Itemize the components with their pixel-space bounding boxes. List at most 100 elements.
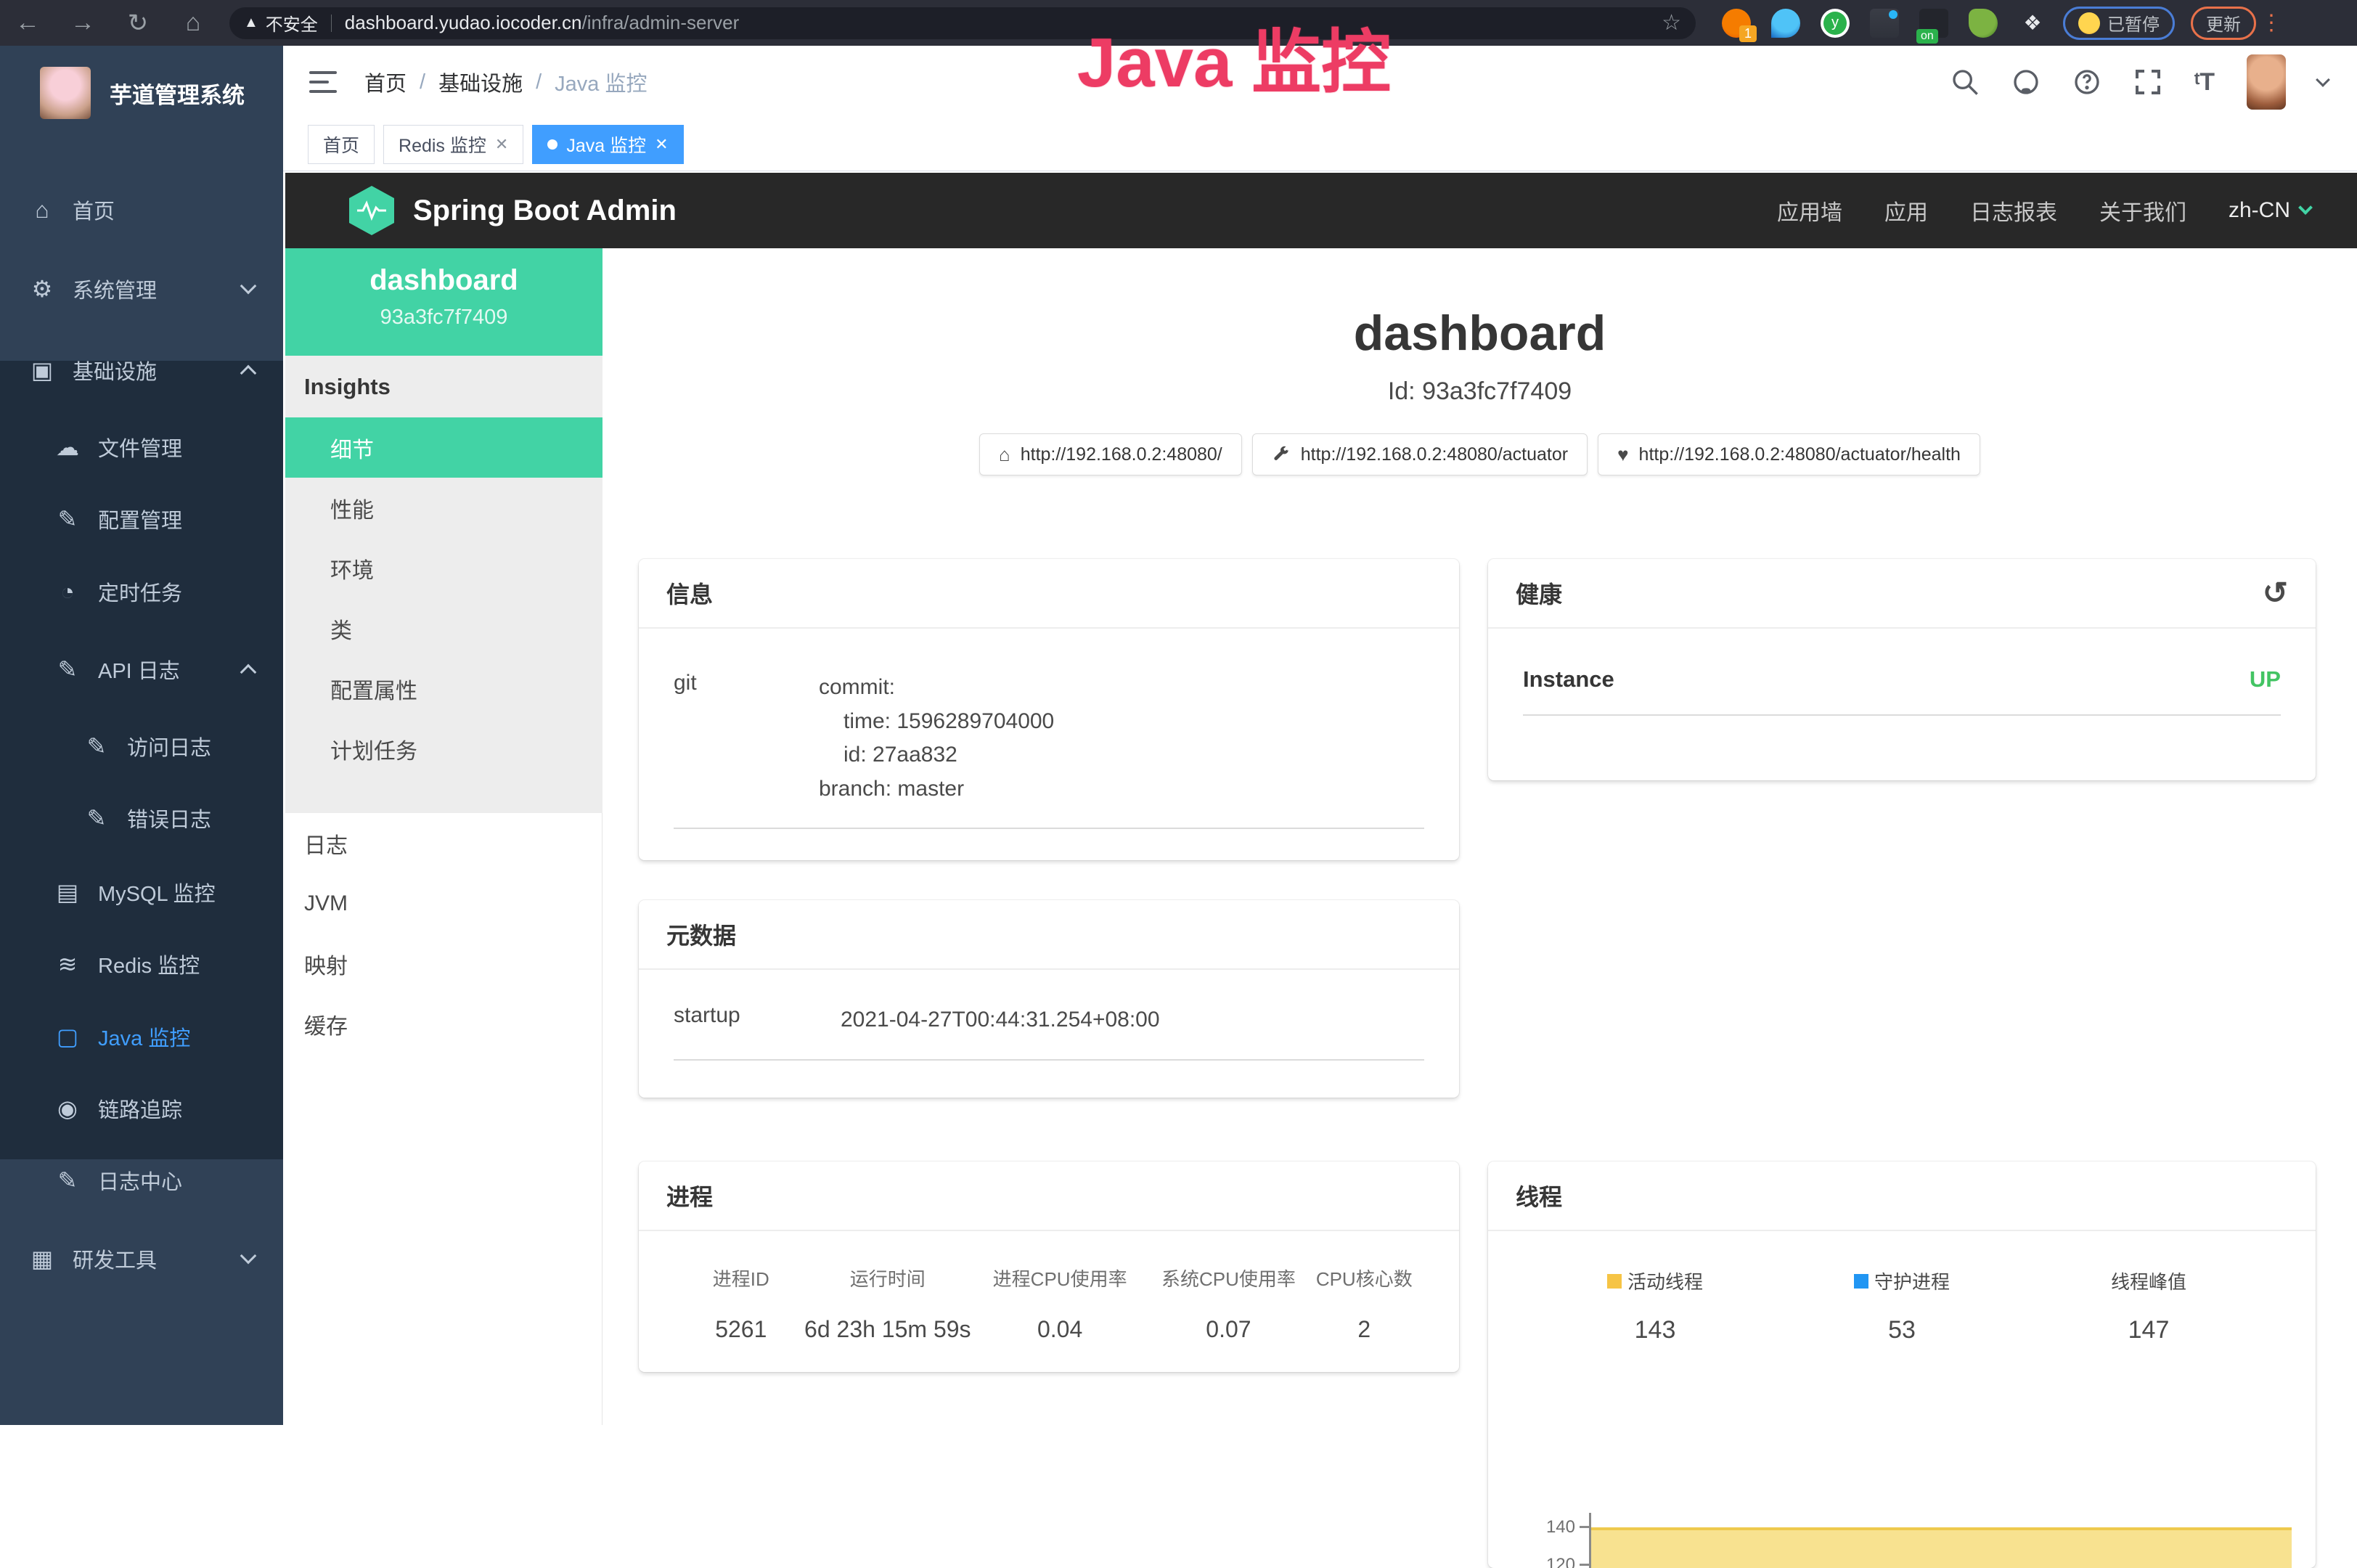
sidebar-item-dev-tools[interactable]: ▦ 研发工具	[0, 1222, 283, 1295]
threads-legend: 活动线程 守护进程 线程峰值 143 53 147	[1488, 1231, 2316, 1344]
sba-instance-header[interactable]: dashboard 93a3fc7f7409	[285, 248, 602, 356]
process-value-system-cpu: 0.07	[1144, 1316, 1312, 1343]
sidebar-item-java-monitor[interactable]: ▢ Java 监控	[0, 1000, 283, 1073]
actuator-url-button[interactable]: http://192.168.0.2:48080/actuator	[1252, 433, 1588, 475]
extensions-puzzle-icon[interactable]: ❖	[2018, 9, 2047, 38]
font-size-icon[interactable]: ᵗT	[2194, 68, 2215, 97]
tab-home[interactable]: 首页	[308, 125, 375, 164]
sba-item-scheduled-tasks[interactable]: 计划任务	[285, 719, 602, 779]
sidebar-item-system-mgmt[interactable]: ⚙ 系统管理	[0, 253, 283, 325]
extension-tampermonkey-icon[interactable]: on	[1919, 9, 1948, 38]
process-header-uptime: 运行时间	[800, 1265, 976, 1291]
log-center-icon: ✎	[53, 1167, 82, 1194]
spring-boot-admin-logo-icon	[349, 186, 394, 235]
sba-item-jvm[interactable]: JVM	[285, 873, 602, 934]
sidebar-item-infrastructure[interactable]: ▣ 基础设施	[0, 334, 283, 407]
hamburger-icon[interactable]	[309, 71, 337, 93]
help-icon[interactable]	[2072, 68, 2101, 97]
service-url-button[interactable]: ⌂ http://192.168.0.2:48080/	[979, 433, 1242, 475]
extension-pin-icon[interactable]	[1771, 9, 1800, 38]
cloud-upload-icon: ☁	[53, 433, 82, 461]
process-value-uptime: 6d 23h 15m 59s	[800, 1316, 976, 1343]
sba-nav-journal[interactable]: 日志报表	[1970, 195, 2057, 226]
search-icon[interactable]	[1950, 68, 1980, 97]
chevron-down-icon	[240, 278, 257, 295]
sidebar-item-scheduled-jobs[interactable]: ◔ 定时任务	[0, 555, 283, 628]
sidebar-item-config-mgmt[interactable]: ✎ 配置管理	[0, 483, 283, 555]
tab-redis-monitor[interactable]: Redis 监控 ✕	[383, 125, 523, 164]
update-button[interactable]: 更新	[2191, 7, 2256, 40]
extension-y-icon[interactable]: y	[1821, 9, 1850, 38]
close-icon[interactable]: ✕	[495, 135, 508, 154]
breadcrumb-infrastructure[interactable]: 基础设施	[438, 67, 523, 97]
chevron-down-icon	[240, 1248, 257, 1265]
sba-nav-about[interactable]: 关于我们	[2099, 195, 2186, 226]
sidebar-item-file-mgmt[interactable]: ☁ 文件管理	[0, 411, 283, 483]
sidebar-item-mysql-monitor[interactable]: ▤ MySQL 监控	[0, 856, 283, 928]
bookmark-star-icon[interactable]: ☆	[1662, 10, 1681, 36]
sidebar-item-tracing[interactable]: ◉ 链路追踪	[0, 1072, 283, 1145]
sidebar-item-log-center[interactable]: ✎ 日志中心	[0, 1144, 283, 1217]
sidebar-item-redis-monitor[interactable]: ≋ Redis 监控	[0, 928, 283, 1000]
health-card-header: 健康 ↺	[1488, 559, 2316, 629]
url-host: dashboard.yudao.iocoder.cn	[345, 12, 582, 34]
url-bar[interactable]: ▲ 不安全 dashboard.yudao.iocoder.cn /infra/…	[229, 7, 1696, 39]
app-logo[interactable]: 芋道管理系统	[0, 53, 283, 133]
sba-item-loggers[interactable]: 日志	[285, 813, 602, 873]
avatar-caret-icon[interactable]	[2316, 73, 2330, 87]
process-header-process-cpu: 进程CPU使用率	[976, 1265, 1144, 1291]
error-log-icon: ✎	[82, 804, 111, 832]
sidebar-item-access-logs[interactable]: ✎ 访问日志	[0, 710, 283, 783]
threads-card: 线程 活动线程 守护进程 线程峰值 143 53 147 140 120 100	[1488, 1161, 2316, 1568]
threads-card-title: 线程	[1488, 1161, 2316, 1231]
extension-leaf-icon[interactable]	[1969, 9, 1998, 38]
fullscreen-icon[interactable]	[2133, 68, 2162, 97]
user-avatar[interactable]	[2247, 54, 2286, 110]
info-git-row: git commit: time: 1596289704000 id: 27aa…	[674, 671, 1424, 829]
tags-view: 首页 Redis 监控 ✕ Java 监控 ✕	[283, 118, 2357, 171]
profile-paused-chip[interactable]: 已暂停	[2063, 7, 2175, 40]
back-icon[interactable]: ←	[0, 9, 55, 37]
app-title: 芋道管理系统	[110, 77, 245, 110]
reload-icon[interactable]: ↻	[110, 9, 166, 38]
extension-grid-icon[interactable]	[1870, 9, 1899, 38]
info-key: git	[674, 671, 819, 806]
tab-java-monitor[interactable]: Java 监控 ✕	[532, 125, 683, 164]
info-value: commit: time: 1596289704000 id: 27aa832 …	[819, 671, 1054, 806]
browser-home-icon[interactable]: ⌂	[166, 9, 221, 37]
sba-nav-wallboard[interactable]: 应用墙	[1777, 195, 1842, 226]
database-icon: ▤	[53, 878, 82, 906]
close-icon[interactable]: ✕	[655, 135, 668, 154]
sba-language-select[interactable]: zh-CN	[2229, 198, 2311, 223]
sidebar-item-error-logs[interactable]: ✎ 错误日志	[0, 782, 283, 854]
sba-item-metrics[interactable]: 性能	[285, 478, 602, 538]
sba-item-mappings[interactable]: 映射	[285, 934, 602, 994]
sba-item-details[interactable]: 细节	[285, 417, 602, 478]
metadata-card-title: 元数据	[639, 900, 1459, 970]
navbar-actions: ᵗT	[1950, 54, 2357, 110]
health-status-badge: UP	[2250, 666, 2281, 693]
browser-menu-icon[interactable]: ⋮	[2260, 10, 2282, 36]
breadcrumb-home[interactable]: 首页	[364, 67, 407, 97]
sba-brand-title[interactable]: Spring Boot Admin	[413, 195, 677, 227]
profile-avatar-icon	[2078, 12, 2100, 34]
sba-group-label-insights: Insights	[285, 356, 602, 417]
health-key: Instance	[1523, 666, 1614, 693]
app-logo-image	[40, 67, 91, 119]
security-label: 不安全	[266, 10, 318, 36]
health-url-button[interactable]: ♥ http://192.168.0.2:48080/actuator/heal…	[1598, 433, 1980, 475]
sidebar-item-home[interactable]: ⌂ 首页	[0, 173, 283, 246]
sba-nav-applications[interactable]: 应用	[1884, 195, 1928, 226]
extension-orange-icon[interactable]: 1	[1722, 9, 1751, 38]
sba-item-config-props[interactable]: 配置属性	[285, 658, 602, 719]
sidebar-item-api-logs[interactable]: ✎ API 日志	[0, 633, 283, 706]
legend-daemon-threads: 守护进程	[1778, 1267, 2025, 1294]
history-icon[interactable]: ↺	[2263, 578, 2288, 608]
sba-item-classes[interactable]: 类	[285, 598, 602, 658]
not-secure-icon: ▲	[244, 15, 258, 31]
extension-on-badge: on	[1916, 29, 1938, 44]
sba-item-environment[interactable]: 环境	[285, 538, 602, 598]
github-icon[interactable]	[2011, 68, 2041, 97]
forward-icon[interactable]: →	[55, 9, 110, 37]
sba-item-caches[interactable]: 缓存	[285, 994, 602, 1054]
